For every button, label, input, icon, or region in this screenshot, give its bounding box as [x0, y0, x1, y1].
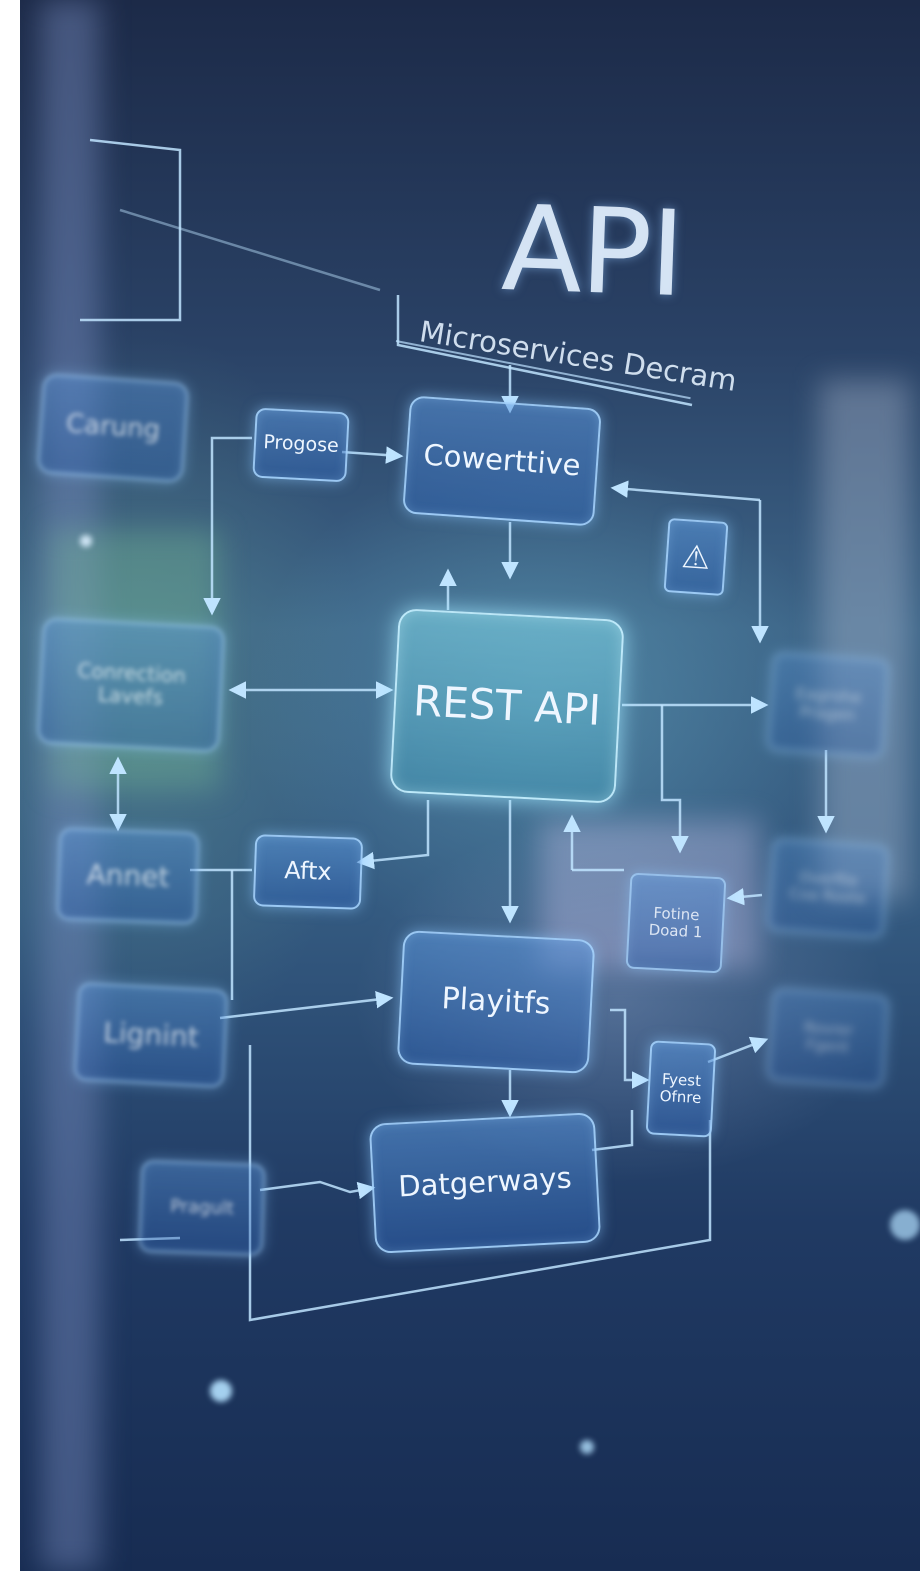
node-progose: Progose — [252, 407, 350, 483]
wire — [119, 208, 381, 292]
wire — [341, 446, 404, 464]
wire — [707, 1036, 769, 1064]
node-aftx: Aftx — [252, 834, 364, 910]
node-datgerways: Datgerways — [368, 1112, 602, 1254]
warning-icon: ⚠ — [663, 517, 729, 597]
node-rest-api: REST API — [389, 608, 625, 804]
node-pragult: Pragult — [138, 1159, 266, 1257]
wire — [219, 990, 394, 1020]
node-right-upper: Eagrohe Pragen — [766, 652, 890, 758]
wire — [610, 480, 761, 502]
wire — [80, 138, 182, 322]
node-playitfs: Playitfs — [396, 930, 596, 1074]
node-cowerttive: Cowerttive — [402, 395, 602, 527]
wire — [726, 887, 763, 906]
wire — [203, 436, 252, 616]
diagram-stage: API Microservices Decram Carung Progose … — [20, 0, 920, 1571]
node-carung: Carung — [36, 373, 190, 483]
node-annet: Annet — [56, 827, 200, 925]
node-fyest: Fyest Ofnre — [645, 1040, 717, 1138]
node-fotine: Fotine Doad 1 — [625, 872, 727, 974]
node-right-middle: Overfile Coa Roote — [766, 838, 890, 938]
wire — [660, 705, 689, 854]
wire — [591, 1110, 634, 1152]
diagram-title: API — [499, 178, 686, 324]
wire — [259, 1180, 376, 1200]
node-right-lower: Rovrer Fgent — [766, 988, 890, 1088]
node-connection-left: Conrection Lavefs — [36, 617, 226, 753]
wire — [610, 1008, 650, 1089]
wire — [356, 800, 430, 870]
node-lignint: Lignint — [73, 982, 229, 1088]
